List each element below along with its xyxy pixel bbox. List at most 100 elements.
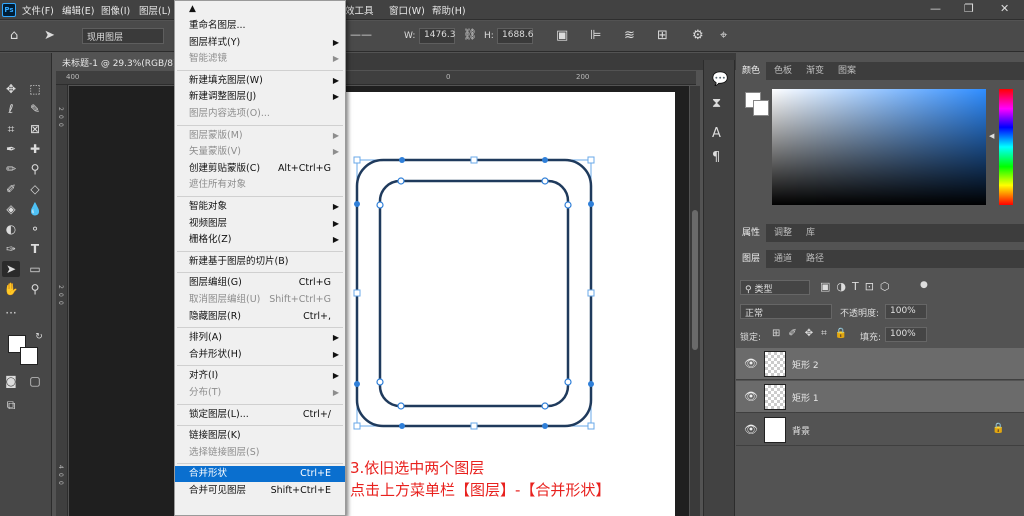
filter-icons[interactable]: ▣◑T⊡⬡ — [820, 280, 896, 293]
filter-toggle-icon[interactable]: ● — [920, 280, 928, 290]
visibility-eye-icon[interactable]: 👁 — [744, 390, 758, 403]
pen-icon[interactable]: ✑ — [2, 241, 20, 257]
lock-icons[interactable]: ⊞✐✥⌗🔒 — [772, 328, 855, 339]
brush-icon[interactable]: ✏ — [2, 161, 20, 177]
menu-item[interactable]: 图层内容选项(O)... — [175, 106, 345, 122]
menu-layer[interactable]: 图层(L) — [139, 3, 171, 17]
restore-icon[interactable]: ❐ — [964, 2, 974, 15]
shape-paths[interactable] — [345, 150, 605, 440]
blend-mode-dropdown[interactable]: 正常 — [740, 304, 832, 319]
menu-item[interactable]: 锁定图层(L)... Ctrl+/ — [175, 407, 345, 423]
height-field[interactable]: 1688.6 — [497, 28, 534, 44]
stamp-icon[interactable]: ⚲ — [26, 161, 44, 177]
menu-item[interactable]: 新建调整图层(J) ▶ — [175, 89, 345, 105]
menu-item[interactable]: 重命名图层... — [175, 18, 345, 34]
path-ops-icon[interactable]: ▣ — [556, 28, 568, 43]
menu-item[interactable]: 选择链接图层(S) — [175, 445, 345, 461]
paragraph-icon[interactable]: ¶ — [712, 150, 720, 165]
layer-name[interactable]: 矩形 1 — [792, 391, 819, 404]
menu-file[interactable]: 文件(F) — [22, 3, 54, 17]
menu-item[interactable]: 对齐(I) ▶ — [175, 368, 345, 384]
background-color-swatch[interactable] — [20, 347, 38, 365]
blur-icon[interactable]: 💧 — [26, 201, 44, 217]
menu-item[interactable]: 排列(A) ▶ — [175, 330, 345, 346]
menu-item[interactable]: 分布(T) ▶ — [175, 385, 345, 401]
history-brush-icon[interactable]: ✐ — [2, 181, 20, 197]
color-picker-field[interactable] — [772, 89, 986, 205]
menu-item[interactable]: 新建填充图层(W) ▶ — [175, 73, 345, 89]
tab-channels[interactable]: 通道 — [768, 250, 798, 268]
scrollbar-thumb[interactable] — [692, 210, 698, 350]
layer-name[interactable]: 背景 — [792, 424, 810, 437]
layer-row-background[interactable]: 👁 背景 🔒 — [736, 414, 1024, 446]
lasso-icon[interactable]: ℓ — [2, 101, 20, 117]
swap-colors-icon[interactable]: ↻ — [30, 329, 48, 345]
menu-item[interactable]: 链接图层(K) — [175, 428, 345, 444]
menu-item[interactable]: 图层蒙版(M) ▶ — [175, 128, 345, 144]
quick-select-icon[interactable]: ✎ — [26, 101, 44, 117]
layer-name[interactable]: 矩形 2 — [792, 358, 819, 371]
menu-item[interactable]: 新建基于图层的切片(B) — [175, 254, 345, 270]
bucket-icon[interactable]: ◈ — [2, 201, 20, 217]
eyedropper-icon[interactable]: ✒ — [2, 141, 20, 157]
marquee-icon[interactable]: ⬚ — [26, 81, 44, 97]
type-icon[interactable]: T — [26, 241, 44, 257]
gear-icon[interactable]: ⚙ — [692, 28, 704, 43]
menu-help[interactable]: 帮助(H) — [432, 3, 466, 17]
link-icon[interactable]: ⛓ — [463, 28, 477, 41]
zoom-icon[interactable]: ⚲ — [26, 281, 44, 297]
menu-item[interactable]: 创建剪贴蒙版(C) Alt+Ctrl+G — [175, 161, 345, 177]
filter-type-dropdown[interactable]: ⚲ 类型 — [740, 280, 810, 295]
width-field[interactable]: 1476.3 — [419, 28, 456, 44]
history-icon[interactable]: ⧗ — [712, 96, 721, 111]
document-tab[interactable]: 未标题-1 @ 29.3%(RGB/8) — [56, 53, 186, 70]
hand-icon[interactable]: ✋ — [2, 281, 20, 297]
menu-item[interactable]: 合并形状(H) ▶ — [175, 347, 345, 363]
menu-item[interactable]: 隐藏图层(R) Ctrl+, — [175, 309, 345, 325]
hue-slider[interactable] — [999, 89, 1013, 205]
menu-item[interactable]: 视频图层 ▶ — [175, 216, 345, 232]
path-align-icon[interactable]: ⊫ — [590, 28, 601, 43]
dodge-icon[interactable]: ◐ — [2, 221, 20, 237]
path-select-icon[interactable]: ➤ — [2, 261, 20, 277]
menu-item[interactable]: 矢量蒙版(V) ▶ — [175, 144, 345, 160]
extra-tool-icon[interactable]: ⧉ — [2, 397, 20, 413]
move-icon[interactable]: ✥ — [2, 81, 20, 97]
screen-mode-icon[interactable]: ▢ — [26, 373, 44, 389]
path-arrange-icon[interactable]: ≋ — [624, 28, 635, 43]
menu-item[interactable]: 栅格化(Z) ▶ — [175, 232, 345, 248]
menu-item[interactable]: 合并形状 Ctrl+E — [175, 466, 345, 483]
menu-item[interactable]: 图层样式(Y) ▶ — [175, 35, 345, 51]
menu-image[interactable]: 图像(I) — [101, 3, 130, 17]
opacity-field[interactable]: 100% — [885, 304, 927, 319]
character-icon[interactable]: A — [712, 126, 721, 141]
healing-icon[interactable]: ✚ — [26, 141, 44, 157]
layer-row-rectangle-2[interactable]: 👁 矩形 2 — [736, 348, 1024, 380]
background-swatch[interactable] — [753, 100, 769, 116]
rectangle-icon[interactable]: ▭ — [26, 261, 44, 277]
tab-libraries[interactable]: 库 — [800, 224, 821, 242]
scroll-up-arrow-icon[interactable]: ▲ — [189, 4, 196, 14]
align-icon[interactable]: ⊞ — [657, 28, 668, 43]
move-tool-icon[interactable]: ➤ — [44, 28, 55, 43]
warp-icon[interactable]: ⌖ — [720, 28, 727, 43]
menu-item[interactable]: 遮住所有对象 — [175, 177, 345, 193]
quick-mask-icon[interactable]: ◙ — [2, 373, 20, 389]
tab-adjustments[interactable]: 调整 — [768, 224, 798, 242]
crop-icon[interactable]: ⌗ — [2, 121, 20, 137]
layer-select-dropdown[interactable]: 现用图层 — [82, 28, 164, 44]
menu-item[interactable]: 合并可见图层 Shift+Ctrl+E — [175, 483, 345, 499]
stroke-line-icon[interactable]: —— — [350, 28, 372, 41]
tab-color[interactable]: 颜色 — [736, 62, 767, 80]
minimize-icon[interactable]: — — [930, 2, 941, 15]
close-icon[interactable]: ✕ — [1000, 2, 1009, 15]
comment-icon[interactable]: 💬 — [712, 72, 728, 87]
visibility-eye-icon[interactable]: 👁 — [744, 357, 758, 370]
sponge-icon[interactable]: ⚬ — [26, 221, 44, 237]
tab-patterns[interactable]: 图案 — [832, 62, 862, 80]
tab-properties[interactable]: 属性 — [736, 224, 767, 242]
tab-swatches[interactable]: 色板 — [768, 62, 798, 80]
tab-paths[interactable]: 路径 — [800, 250, 830, 268]
menu-item[interactable]: 智能滤镜 ▶ — [175, 51, 345, 67]
menu-item[interactable]: 取消图层编组(U) Shift+Ctrl+G — [175, 292, 345, 308]
